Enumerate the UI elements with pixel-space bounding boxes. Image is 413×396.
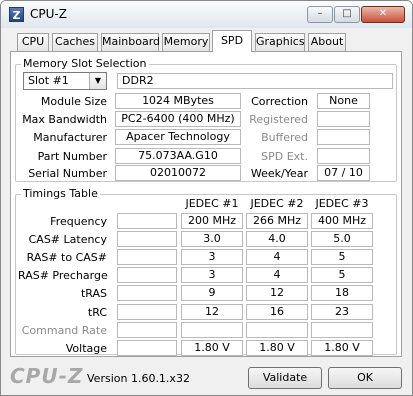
manufacturer-value: Apacer Technology	[115, 129, 241, 145]
timing-cell-jedec-3: 1.80 V	[311, 340, 373, 356]
timing-cell-jedec-1: 1.80 V	[181, 340, 243, 356]
timing-cell-jedec-3: 23	[311, 304, 373, 320]
timing-cell-jedec-2	[246, 322, 308, 338]
timing-cell-jedec-3: 400 MHz	[311, 213, 373, 229]
manufacturer-label: Manufacturer	[33, 131, 107, 144]
timing-row-spacer	[117, 231, 177, 247]
timing-row-label: CAS# Latency	[28, 233, 107, 246]
column-header-jedec-2: JEDEC #2	[250, 197, 304, 210]
cpuz-app-icon: Z	[9, 7, 24, 22]
tab-caches[interactable]: Caches	[52, 33, 98, 51]
spd-ext-label: SPD Ext.	[261, 150, 308, 163]
timing-row-label: RAS# to CAS#	[26, 251, 107, 264]
timing-cell-jedec-1: 200 MHz	[181, 213, 243, 229]
timing-row-label: Voltage	[65, 342, 107, 355]
max-bandwidth-value: PC2-6400 (400 MHz)	[115, 111, 241, 127]
module-size-label: Module Size	[40, 95, 107, 108]
chevron-down-icon[interactable]: ▼	[89, 73, 106, 89]
column-header-jedec-3: JEDEC #3	[315, 197, 369, 210]
timing-row-spacer	[117, 304, 177, 320]
timing-row-spacer	[117, 340, 177, 356]
correction-label: Correction	[251, 95, 308, 108]
timing-row-label: Command Rate	[21, 324, 107, 337]
timing-row-spacer	[117, 285, 177, 301]
validate-button[interactable]: Validate	[248, 367, 322, 389]
ok-button[interactable]: OK	[328, 367, 402, 389]
timing-cell-jedec-2: 1.80 V	[246, 340, 308, 356]
part-number-label: Part Number	[37, 150, 107, 163]
timing-cell-jedec-2: 266 MHz	[246, 213, 308, 229]
timing-cell-jedec-3: 5	[311, 249, 373, 265]
timing-cell-jedec-3: 18	[311, 285, 373, 301]
timing-cell-jedec-2: 4	[246, 267, 308, 283]
memory-slot-group-title: Memory Slot Selection	[21, 57, 149, 70]
close-button[interactable]: ✕	[361, 6, 405, 23]
tab-about[interactable]: About	[308, 33, 346, 51]
timing-cell-jedec-3: 5	[311, 267, 373, 283]
timing-cell-jedec-1: 3.0	[181, 231, 243, 247]
serial-number-label: Serial Number	[28, 167, 107, 180]
memory-type-field: DDR2	[117, 73, 393, 89]
timing-cell-jedec-2: 16	[246, 304, 308, 320]
tab-memory[interactable]: Memory	[162, 33, 210, 51]
timing-cell-jedec-1: 3	[181, 249, 243, 265]
spd-ext-value	[317, 148, 370, 164]
cpuz-brand-logo: CPU-Z	[10, 364, 84, 388]
timing-row-label: tRAS	[80, 287, 107, 300]
timing-cell-jedec-3: 5.0	[311, 231, 373, 247]
timing-cell-jedec-2: 4	[246, 249, 308, 265]
week-year-value: 07 / 10	[317, 165, 370, 181]
column-header-jedec-1: JEDEC #1	[185, 197, 239, 210]
tab-graphics[interactable]: Graphics	[255, 33, 305, 51]
serial-number-value: 02010072	[115, 165, 241, 181]
registered-label: Registered	[249, 113, 308, 126]
timing-cell-jedec-3	[311, 322, 373, 338]
timing-row-label: tRC	[87, 306, 107, 319]
timing-row-label: Frequency	[50, 215, 107, 228]
max-bandwidth-label: Max Bandwidth	[22, 113, 107, 126]
timing-row-spacer	[117, 249, 177, 265]
timing-cell-jedec-1	[181, 322, 243, 338]
timing-cell-jedec-2: 4.0	[246, 231, 308, 247]
slot-dropdown-value: Slot #1	[28, 74, 69, 87]
tab-mainboard[interactable]: Mainboard	[101, 33, 160, 51]
timing-cell-jedec-1: 9	[181, 285, 243, 301]
version-label: Version 1.60.1.x32	[87, 372, 190, 385]
buffered-label: Buffered	[261, 131, 308, 144]
timing-row-label: RAS# Precharge	[18, 269, 108, 282]
registered-value	[317, 111, 370, 127]
timing-row-spacer	[117, 267, 177, 283]
timings-table-title: Timings Table	[21, 187, 100, 200]
timing-row-spacer	[117, 213, 177, 229]
tab-spd[interactable]: SPD	[212, 30, 252, 52]
part-number-value: 75.073AA.G10	[115, 148, 241, 164]
week-year-label: Week/Year	[250, 167, 308, 180]
timing-cell-jedec-1: 3	[181, 267, 243, 283]
module-size-value: 1024 MBytes	[115, 93, 241, 109]
timing-cell-jedec-1: 12	[181, 304, 243, 320]
maximize-button[interactable]: □	[334, 6, 360, 23]
minimize-button[interactable]: –	[307, 6, 333, 23]
buffered-value	[317, 129, 370, 145]
timing-row-spacer	[117, 322, 177, 338]
correction-value: None	[317, 93, 370, 109]
tab-cpu[interactable]: CPU	[17, 33, 49, 51]
window-title: CPU-Z	[30, 7, 67, 21]
timing-cell-jedec-2: 12	[246, 285, 308, 301]
